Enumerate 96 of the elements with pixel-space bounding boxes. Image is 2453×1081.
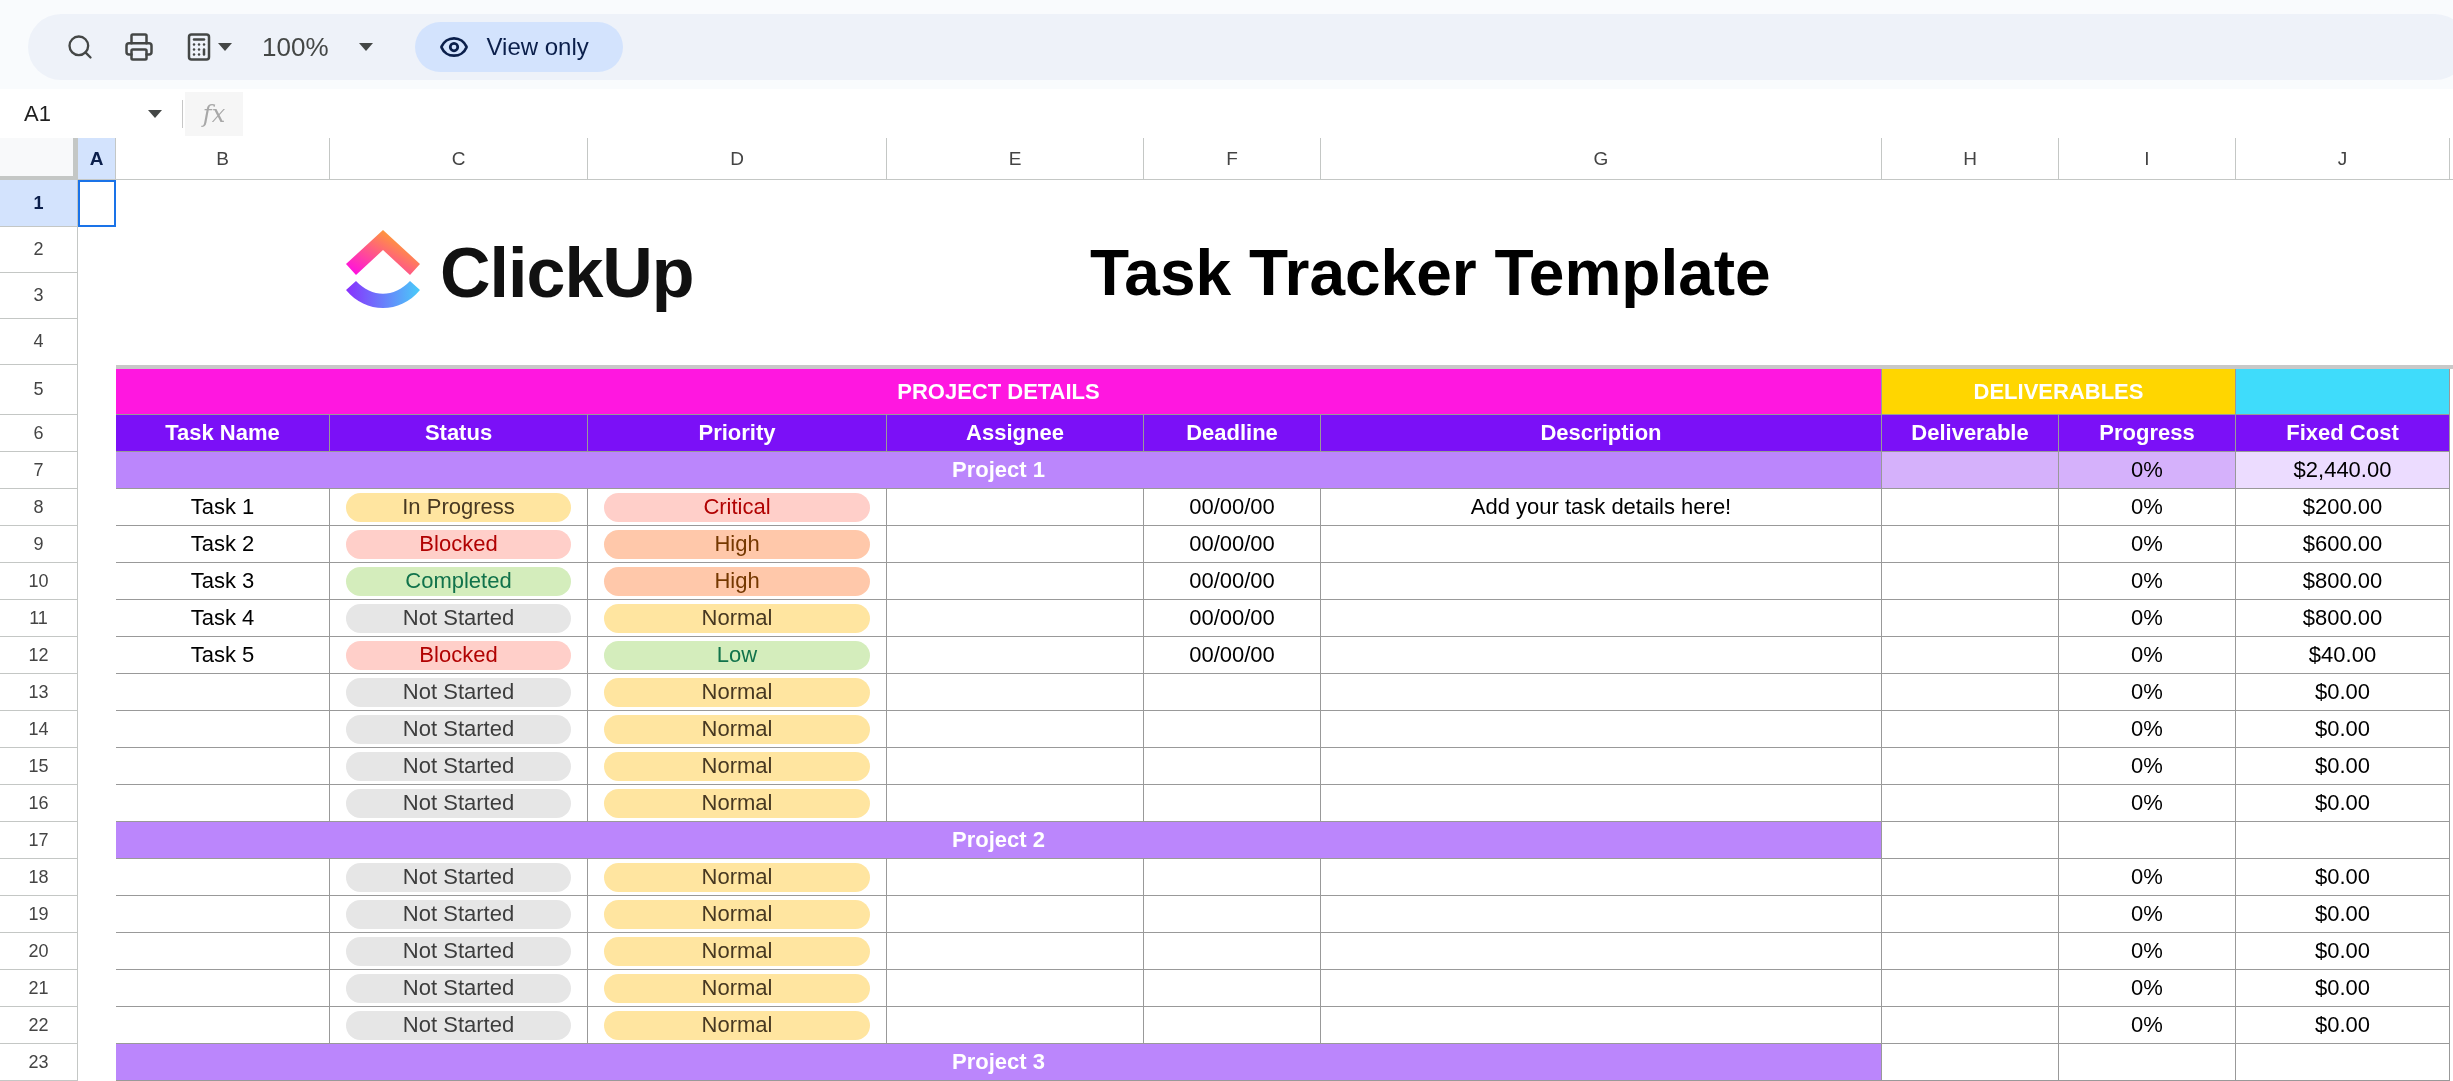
table-cell: $2,440.00 <box>2236 452 2450 489</box>
status-tag[interactable]: Normal <box>604 1010 870 1040</box>
table-cell: Task 1 <box>116 489 330 526</box>
status-tag[interactable]: Not Started <box>346 677 571 707</box>
table-cell: 0% <box>2059 933 2236 970</box>
table-cell: 0% <box>2059 637 2236 674</box>
table-cell: 00/00/00 <box>1144 600 1321 637</box>
table-cell: $0.00 <box>2236 896 2450 933</box>
table-cell: 0% <box>2059 526 2236 563</box>
table-cell: 0% <box>2059 674 2236 711</box>
status-tag[interactable]: Completed <box>346 566 571 596</box>
selected-cell[interactable] <box>78 180 116 227</box>
table-cell: 00/00/00 <box>1144 489 1321 526</box>
column-title: Deliverable <box>1882 415 2059 452</box>
status-tag[interactable]: Normal <box>604 788 870 818</box>
status-tag[interactable]: Critical <box>604 492 870 522</box>
column-title: Status <box>330 415 588 452</box>
table-cell: 0% <box>2059 859 2236 896</box>
printer-icon <box>124 32 154 62</box>
table-cell: 0% <box>2059 452 2236 489</box>
group-header: DELIVERABLES <box>1882 369 2236 415</box>
status-tag[interactable]: In Progress <box>346 492 571 522</box>
status-tag[interactable]: High <box>604 529 870 559</box>
section-header: Project 1 <box>116 452 1882 489</box>
section-header: Project 3 <box>116 1044 1882 1081</box>
status-tag[interactable]: Not Started <box>346 603 571 633</box>
row-header[interactable]: 1 <box>0 180 77 227</box>
column-title: Task Name <box>116 415 330 452</box>
status-tag[interactable]: Not Started <box>346 1010 571 1040</box>
table-cell: 0% <box>2059 563 2236 600</box>
column-title: Priority <box>588 415 887 452</box>
column-title: Fixed Cost <box>2236 415 2450 452</box>
table-cell: $40.00 <box>2236 637 2450 674</box>
table-cell: $0.00 <box>2236 859 2450 896</box>
column-title: Assignee <box>887 415 1144 452</box>
status-tag[interactable]: Normal <box>604 751 870 781</box>
status-tag[interactable]: Not Started <box>346 973 571 1003</box>
status-tag[interactable]: Not Started <box>346 862 571 892</box>
status-tag[interactable]: Blocked <box>346 529 571 559</box>
column-title: Deadline <box>1144 415 1321 452</box>
status-tag[interactable]: Not Started <box>346 899 571 929</box>
table-cell: Task 2 <box>116 526 330 563</box>
table-cell: 0% <box>2059 785 2236 822</box>
table-cell: 0% <box>2059 970 2236 1007</box>
group-header: PROJECT DETAILS <box>116 369 1882 415</box>
table-cell: Task 4 <box>116 600 330 637</box>
status-tag[interactable]: Not Started <box>346 714 571 744</box>
table-cell: 0% <box>2059 1007 2236 1044</box>
status-tag[interactable]: Normal <box>604 714 870 744</box>
status-tag[interactable]: Not Started <box>346 788 571 818</box>
function-icon: fx <box>185 91 243 136</box>
status-tag[interactable]: Normal <box>604 973 870 1003</box>
caret-icon <box>358 43 373 51</box>
table-cell: $0.00 <box>2236 785 2450 822</box>
table-cell: $0.00 <box>2236 674 2450 711</box>
section-header: Project 2 <box>116 822 1882 859</box>
status-tag[interactable]: Not Started <box>346 936 571 966</box>
zoom-dropdown[interactable]: 100% <box>254 27 381 67</box>
status-tag[interactable]: Blocked <box>346 640 571 670</box>
table-cell: $0.00 <box>2236 933 2450 970</box>
logo-text: ClickUp <box>440 232 694 313</box>
table-cell: 00/00/00 <box>1144 637 1321 674</box>
table-cell: 0% <box>2059 489 2236 526</box>
table-cell: 0% <box>2059 896 2236 933</box>
table-cell: $0.00 <box>2236 1007 2450 1044</box>
column-header[interactable]: A <box>78 138 116 179</box>
table-cell: $800.00 <box>2236 600 2450 637</box>
table-cell: $800.00 <box>2236 563 2450 600</box>
column-title: Description <box>1321 415 1882 452</box>
status-tag[interactable]: Normal <box>604 899 870 929</box>
table-cell: Task 3 <box>116 563 330 600</box>
status-tag[interactable]: Low <box>604 640 870 670</box>
table-cell: 0% <box>2059 711 2236 748</box>
caret-icon <box>218 43 232 51</box>
table-cell: Task 5 <box>116 637 330 674</box>
view-only-button[interactable]: View only <box>414 22 623 72</box>
table-cell: 0% <box>2059 600 2236 637</box>
caret-icon <box>148 109 162 118</box>
table-cell: Add your task details here! <box>1321 489 1882 526</box>
table-cell: $200.00 <box>2236 489 2450 526</box>
table-cell: $0.00 <box>2236 970 2450 1007</box>
status-tag[interactable]: High <box>604 566 870 596</box>
status-tag[interactable]: Normal <box>604 603 870 633</box>
sheet-title: Task Tracker Template <box>1090 235 1771 310</box>
table-cell: 00/00/00 <box>1144 526 1321 563</box>
column-title: Progress <box>2059 415 2236 452</box>
status-tag[interactable]: Normal <box>604 862 870 892</box>
table-cell: 0% <box>2059 748 2236 785</box>
status-tag[interactable]: Normal <box>604 677 870 707</box>
table-cell: $0.00 <box>2236 748 2450 785</box>
status-tag[interactable]: Not Started <box>346 751 571 781</box>
table-cell: 00/00/00 <box>1144 563 1321 600</box>
table-cell: $0.00 <box>2236 711 2450 748</box>
status-tag[interactable]: Normal <box>604 936 870 966</box>
table-cell: $600.00 <box>2236 526 2450 563</box>
search-icon <box>66 33 94 61</box>
